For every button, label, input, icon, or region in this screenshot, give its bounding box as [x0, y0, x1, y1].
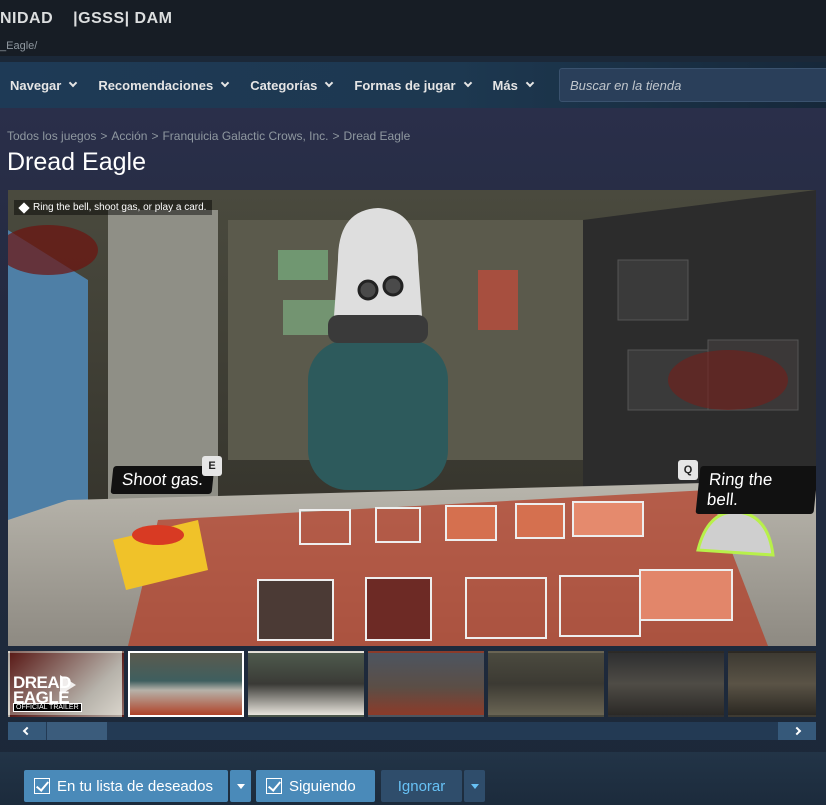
- breadcrumb-action[interactable]: Acción: [111, 129, 147, 143]
- nav-categories[interactable]: Categorías: [240, 62, 334, 108]
- wishlist-button[interactable]: En tu lista de deseados: [24, 770, 228, 802]
- thumbnail-screenshot-5[interactable]: [608, 651, 724, 717]
- ignore-dropdown-button[interactable]: [464, 770, 485, 802]
- main-screenshot[interactable]: Ring the bell, shoot gas, or play a card…: [8, 190, 816, 646]
- play-icon: [60, 675, 76, 695]
- breadcrumb-game[interactable]: Dread Eagle: [344, 129, 411, 143]
- checkbox-icon: [266, 778, 282, 794]
- ring-bell-callout: Ring the bell.: [695, 466, 816, 514]
- page-title: Dread Eagle: [7, 148, 146, 176]
- controls-hint-text: Ring the bell, shoot gas, or play a card…: [33, 202, 207, 213]
- checkbox-icon: [34, 778, 50, 794]
- top-subtitle: _Eagle/: [0, 40, 38, 52]
- breadcrumb-separator: >: [151, 129, 159, 143]
- breadcrumb-franchise[interactable]: Franquicia Galactic Crows, Inc.: [162, 129, 328, 143]
- store-nav-bar: Navegar Recomendaciones Categorías Forma…: [0, 62, 826, 108]
- nav-browse-label: Navegar: [10, 77, 62, 93]
- chevron-right-icon: [792, 726, 802, 736]
- thumbnail-screenshot-2[interactable]: [248, 651, 364, 717]
- wishlist-label: En tu lista de deseados: [57, 777, 213, 795]
- thumbnail-scrollbar[interactable]: [8, 722, 816, 740]
- screenshot-scene: [8, 190, 816, 646]
- ignore-label: Ignorar: [397, 777, 446, 795]
- nav-recommendations-label: Recomendaciones: [98, 77, 214, 93]
- thumbnail-trailer[interactable]: DREAD EAGLE OFFICIAL TRAILER: [8, 651, 124, 717]
- nav-ways-to-play[interactable]: Formas de jugar: [344, 62, 472, 108]
- caret-down-icon: [236, 783, 245, 789]
- diamond-icon: [18, 201, 30, 214]
- chevron-down-icon: [69, 78, 78, 88]
- scroll-right-button[interactable]: [778, 722, 816, 740]
- scroll-left-button[interactable]: [8, 722, 46, 740]
- scrollbar-handle[interactable]: [47, 722, 107, 740]
- nav-recommendations[interactable]: Recomendaciones: [88, 62, 230, 108]
- nav-more[interactable]: Más: [483, 62, 535, 108]
- top-header: NIDAD |GSSS| DAM _Eagle/: [0, 0, 826, 56]
- chevron-left-icon: [22, 726, 32, 736]
- nav-more-label: Más: [492, 77, 518, 93]
- controls-hint: Ring the bell, shoot gas, or play a card…: [14, 200, 213, 215]
- follow-label: Siguiendo: [289, 777, 356, 795]
- breadcrumb: Todos los juegos > Acción > Franquicia G…: [7, 129, 410, 143]
- thumbnail-screenshot-3[interactable]: [368, 651, 484, 717]
- thumbnail-strip: DREAD EAGLE OFFICIAL TRAILER: [8, 651, 816, 719]
- caret-down-icon: [470, 783, 479, 789]
- thumbnail-screenshot-1[interactable]: [128, 651, 244, 717]
- chevron-down-icon: [463, 78, 472, 88]
- top-nav: NIDAD |GSSS| DAM: [0, 8, 172, 30]
- nav-browse[interactable]: Navegar: [0, 62, 78, 108]
- follow-button[interactable]: Siguiendo: [256, 770, 375, 802]
- nav-ways-to-play-label: Formas de jugar: [354, 77, 456, 93]
- breadcrumb-all-games[interactable]: Todos los juegos: [7, 129, 96, 143]
- top-nav-username[interactable]: |GSSS| DAM: [73, 10, 172, 28]
- nav-categories-label: Categorías: [250, 77, 318, 93]
- key-q-badge: Q: [678, 460, 698, 480]
- trailer-badge: OFFICIAL TRAILER: [13, 703, 82, 712]
- thumbnail-screenshot-6[interactable]: [728, 651, 816, 717]
- shoot-gas-callout: Shoot gas.: [110, 466, 215, 494]
- search-box: [559, 68, 826, 102]
- chevron-down-icon: [525, 78, 535, 88]
- breadcrumb-separator: >: [332, 129, 340, 143]
- chevron-down-icon: [220, 78, 230, 88]
- chevron-down-icon: [325, 78, 334, 88]
- wishlist-dropdown-button[interactable]: [230, 770, 251, 802]
- search-input[interactable]: [570, 77, 820, 93]
- key-e-badge: E: [202, 456, 222, 476]
- breadcrumb-separator: >: [100, 129, 108, 143]
- ignore-button[interactable]: Ignorar: [381, 770, 462, 802]
- thumbnail-screenshot-4[interactable]: [488, 651, 604, 717]
- top-nav-community[interactable]: NIDAD: [0, 10, 53, 28]
